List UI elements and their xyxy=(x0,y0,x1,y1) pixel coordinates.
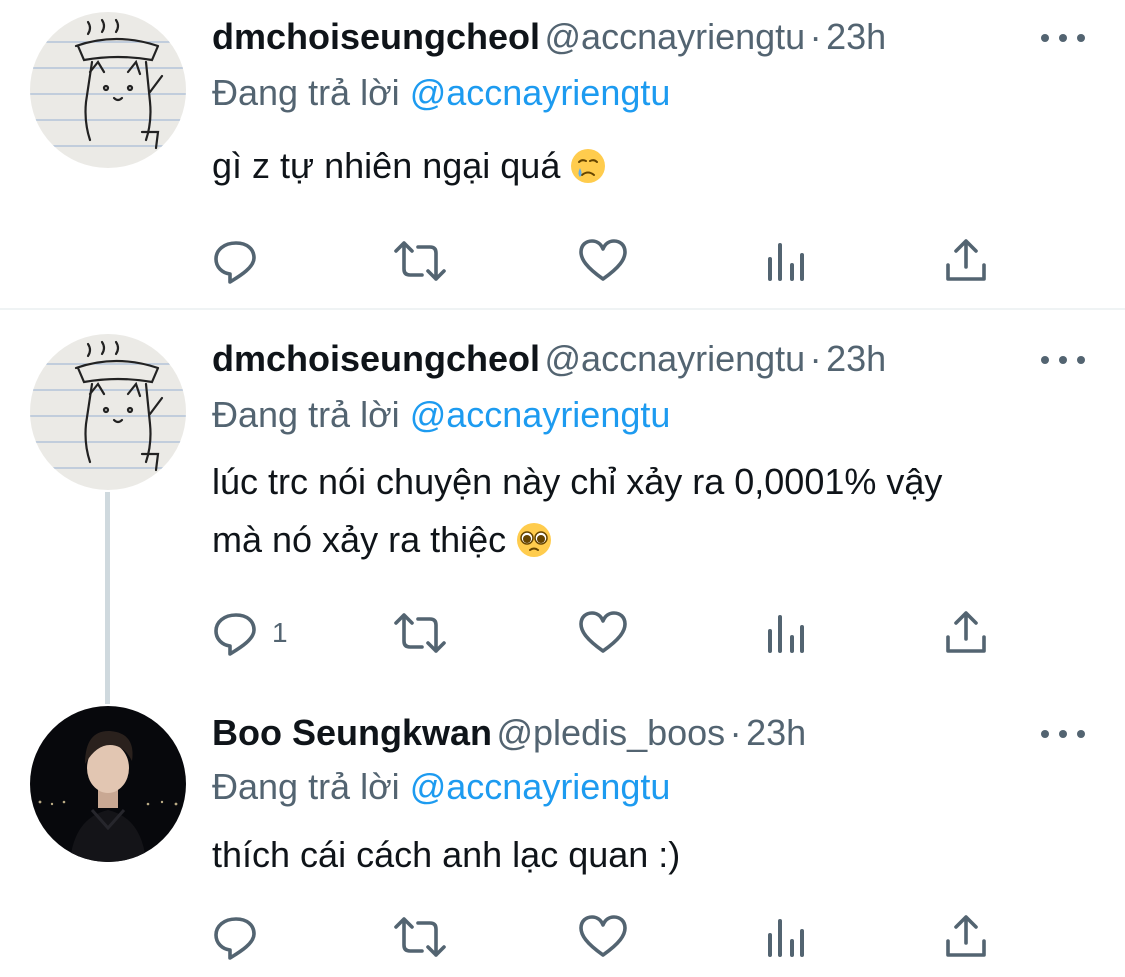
tweet-text-line-2: mà nó xảy ra thiệc xyxy=(212,519,507,560)
tweet-text-line: thích cái cách anh lạc quan :) xyxy=(212,834,681,875)
separator: · xyxy=(729,712,742,753)
retweet-icon xyxy=(394,613,446,653)
retweet-button[interactable] xyxy=(392,912,448,962)
share-button[interactable] xyxy=(942,236,990,286)
share-button[interactable] xyxy=(942,608,990,658)
views-button[interactable] xyxy=(764,236,808,286)
tweet-header: dmchoiseungcheol @accnayriengtu · 23h xyxy=(212,16,1125,76)
more-icon[interactable] xyxy=(1041,726,1085,742)
tweet-1[interactable]: dmchoiseungcheol @accnayriengtu · 23h Đa… xyxy=(0,0,1125,308)
reply-count: 1 xyxy=(272,617,288,648)
cat-sketch-avatar-image xyxy=(30,12,186,168)
replying-to: Đang trả lời @accnayriengtu xyxy=(212,72,670,114)
tweet-text: gì z tự nhiên ngại quá xyxy=(212,137,1092,195)
like-icon xyxy=(579,611,627,653)
action-bar xyxy=(212,912,1012,962)
views-icon xyxy=(768,243,804,281)
display-name[interactable]: dmchoiseungcheol xyxy=(212,16,540,57)
reply-icon xyxy=(214,613,256,656)
more-icon[interactable] xyxy=(1041,352,1085,368)
reply-button[interactable] xyxy=(212,236,260,286)
tweet-text: lúc trc nói chuyện này chỉ xảy ra 0,0001… xyxy=(212,453,1092,569)
tweet-text-line: mà nó xảy ra thiệc xyxy=(212,511,1092,569)
cat-sketch-avatar-image xyxy=(30,334,186,490)
timestamp[interactable]: 23h xyxy=(826,338,886,379)
replying-to: Đang trả lời @accnayriengtu xyxy=(212,766,670,808)
views-icon xyxy=(768,919,804,957)
replying-to: Đang trả lời @accnayriengtu xyxy=(212,394,670,436)
reply-icon xyxy=(214,241,256,284)
display-name[interactable]: dmchoiseungcheol xyxy=(212,338,540,379)
replying-to-label: Đang trả lời xyxy=(212,72,400,113)
views-button[interactable] xyxy=(764,912,808,962)
views-button[interactable] xyxy=(764,608,808,658)
share-icon xyxy=(946,239,986,281)
retweet-icon xyxy=(394,917,446,957)
action-bar: 1 xyxy=(212,608,1012,658)
retweet-icon xyxy=(394,241,446,281)
like-button[interactable] xyxy=(578,236,628,286)
share-icon xyxy=(946,611,986,653)
tweet-header: Boo Seungkwan @pledis_boos · 23h xyxy=(212,712,1125,772)
more-icon[interactable] xyxy=(1041,30,1085,46)
retweet-button[interactable] xyxy=(392,608,448,658)
handle[interactable]: @pledis_boos xyxy=(496,712,725,753)
share-button[interactable] xyxy=(942,912,990,962)
views-icon xyxy=(768,615,804,653)
replying-to-mention[interactable]: @accnayriengtu xyxy=(410,766,671,807)
tweet-text-line: gì z tự nhiên ngại quá xyxy=(212,145,561,186)
sad-relieved-face-icon xyxy=(571,149,606,183)
separator: · xyxy=(809,16,822,57)
timestamp[interactable]: 23h xyxy=(826,16,886,57)
like-button[interactable] xyxy=(578,912,628,962)
action-bar xyxy=(212,236,1012,286)
tweet-3[interactable]: Boo Seungkwan @pledis_boos · 23h Đang tr… xyxy=(0,690,1125,977)
replying-to-label: Đang trả lời xyxy=(212,766,400,807)
separator: · xyxy=(809,338,822,379)
retweet-button[interactable] xyxy=(392,236,448,286)
display-name[interactable]: Boo Seungkwan xyxy=(212,712,492,753)
like-icon xyxy=(579,915,627,957)
reply-icon xyxy=(214,917,256,960)
avatar[interactable] xyxy=(30,334,186,490)
tweet-text: thích cái cách anh lạc quan :) xyxy=(212,826,1092,884)
reply-button[interactable] xyxy=(212,912,260,962)
replying-to-label: Đang trả lời xyxy=(212,394,400,435)
handle[interactable]: @accnayriengtu xyxy=(545,338,806,379)
replying-to-mention[interactable]: @accnayriengtu xyxy=(410,72,671,113)
person-night-photo-avatar-image xyxy=(30,706,186,862)
tweet-header: dmchoiseungcheol @accnayriengtu · 23h xyxy=(212,338,1125,398)
tweet-text-line: lúc trc nói chuyện này chỉ xảy ra 0,0001… xyxy=(212,461,943,502)
avatar[interactable] xyxy=(30,706,186,862)
avatar[interactable] xyxy=(30,12,186,168)
share-icon xyxy=(946,915,986,957)
timestamp[interactable]: 23h xyxy=(746,712,806,753)
pleading-face-icon xyxy=(517,523,552,557)
reply-button[interactable]: 1 xyxy=(212,608,288,658)
like-button[interactable] xyxy=(578,608,628,658)
like-icon xyxy=(579,239,627,281)
tweet-2[interactable]: dmchoiseungcheol @accnayriengtu · 23h Đa… xyxy=(0,310,1125,690)
replying-to-mention[interactable]: @accnayriengtu xyxy=(410,394,671,435)
handle[interactable]: @accnayriengtu xyxy=(545,16,806,57)
